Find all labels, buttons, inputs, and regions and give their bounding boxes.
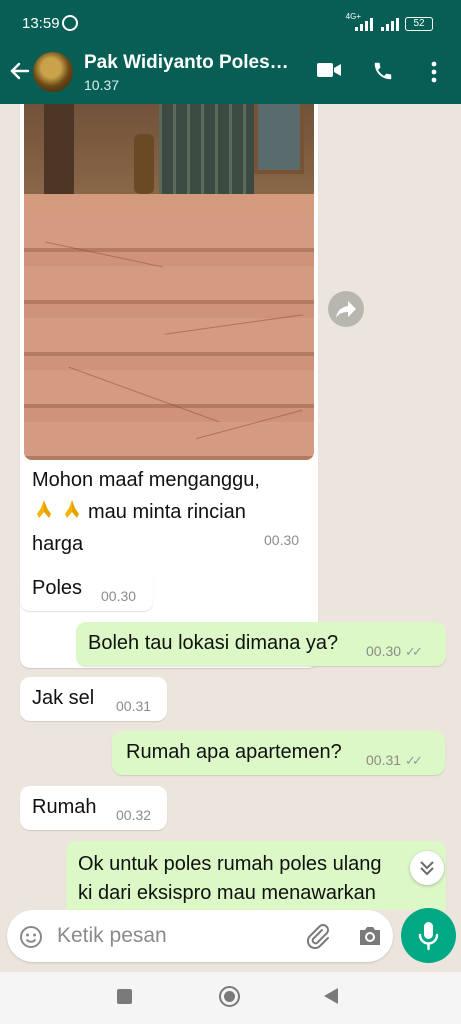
caption-text: mau minta rincian: [88, 501, 246, 523]
caption-line: mau minta rincian: [32, 496, 302, 528]
battery-icon: 52: [405, 17, 433, 31]
caption-line: Mohon maaf menganggu,: [32, 469, 260, 491]
message-text: Rumah: [32, 796, 97, 818]
video-camera-icon[interactable]: [316, 60, 342, 80]
message-time: 00.32: [116, 807, 152, 823]
message-meta: 00.31 ✓✓: [366, 752, 423, 769]
double-check-icon: ✓✓: [405, 753, 423, 768]
camera-icon[interactable]: [357, 924, 383, 948]
back-triangle-icon[interactable]: [324, 988, 338, 1004]
message-input[interactable]: Ketik pesan: [57, 924, 167, 948]
paperclip-icon[interactable]: [305, 923, 331, 949]
home-icon[interactable]: [219, 986, 240, 1007]
message-line: ki dari eksispro mau menawarkan: [78, 882, 376, 904]
outgoing-message[interactable]: Ok untuk poles rumah poles ulang ki dari…: [66, 841, 446, 910]
message-list[interactable]: Mohon maaf menganggu, mau minta rincian …: [0, 104, 461, 910]
message-text: Rumah apa apartemen?: [126, 741, 342, 763]
message-meta: 00.30 ✓✓: [366, 643, 423, 660]
smiley-icon[interactable]: [19, 925, 43, 949]
message-text: Boleh tau lokasi dimana ya?: [88, 632, 339, 654]
last-seen: 10.37: [84, 77, 120, 93]
contact-name[interactable]: Pak Widiyanto Poles…: [84, 52, 296, 74]
message-time: 00.30: [264, 532, 300, 548]
phone-icon[interactable]: [372, 60, 394, 82]
avatar[interactable]: [33, 52, 73, 92]
alarm-icon: [62, 15, 78, 31]
message-photo[interactable]: [24, 104, 314, 460]
message-text: Poles: [32, 577, 83, 599]
system-nav-bar: [0, 972, 461, 1024]
status-time: 13:59: [22, 15, 60, 32]
message-time: 00.31: [366, 752, 402, 768]
folded-hands-icon: [37, 500, 51, 518]
outgoing-message[interactable]: Rumah apa apartemen? 00.31 ✓✓: [112, 731, 445, 775]
message-time: 00.31: [116, 698, 152, 714]
message-time: 00.30: [101, 588, 137, 604]
message-time: 00.30: [366, 643, 402, 659]
double-check-icon: ✓✓: [405, 644, 423, 659]
message-text: Ok untuk poles rumah poles ulang ki dari…: [78, 850, 382, 908]
outgoing-message[interactable]: Boleh tau lokasi dimana ya? 00.30 ✓✓: [76, 622, 446, 666]
incoming-message[interactable]: Rumah 00.32: [20, 786, 167, 830]
chat-header: 13:59 4G+ 52 Pak Widiyanto Poles… 10.37: [0, 0, 461, 104]
signal-icon: [381, 17, 399, 31]
status-bar: 13:59 4G+ 52: [0, 0, 461, 42]
signal-icon: [355, 17, 373, 31]
forward-arrow-icon[interactable]: [328, 291, 364, 327]
recent-apps-icon[interactable]: [117, 989, 132, 1004]
incoming-message[interactable]: Poles 00.30: [20, 567, 153, 611]
folded-hands-icon: [65, 500, 79, 518]
battery-level: 52: [413, 18, 425, 29]
arrow-left-icon[interactable]: [8, 60, 30, 84]
incoming-message[interactable]: Jak sel 00.31: [20, 677, 167, 721]
microphone-icon[interactable]: [401, 908, 456, 963]
image-caption: Mohon maaf menganggu, mau minta rincian …: [32, 464, 302, 560]
caption-line: harga: [32, 533, 84, 555]
chevron-double-down-icon[interactable]: [410, 851, 444, 885]
message-text: Jak sel: [32, 687, 95, 709]
three-dots-icon[interactable]: [424, 60, 444, 84]
message-composer[interactable]: Ketik pesan: [7, 910, 393, 962]
message-line: Ok untuk poles rumah poles ulang: [78, 853, 382, 875]
